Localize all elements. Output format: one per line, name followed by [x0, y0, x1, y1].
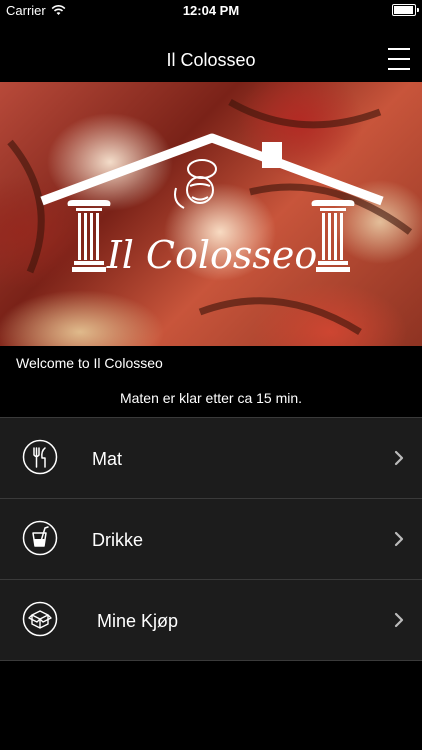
- menu-item-drikke[interactable]: Drikke: [0, 498, 422, 579]
- hamburger-menu-icon[interactable]: [388, 48, 410, 70]
- menu-item-label: Mat: [92, 449, 123, 469]
- menu-item-mat[interactable]: Mat: [0, 417, 422, 498]
- box-icon: [22, 601, 58, 637]
- status-bar: Carrier 12:04 PM: [0, 0, 422, 22]
- hero-banner: Il Colosseo: [0, 82, 422, 346]
- ready-time-text: Maten er klar etter ca 15 min.: [119, 390, 303, 406]
- page-title: Il Colosseo: [166, 50, 256, 70]
- nav-bar: Il Colosseo: [0, 22, 422, 82]
- drink-icon: [22, 520, 58, 556]
- cutlery-icon: [22, 439, 58, 475]
- menu-item-label: Drikke: [92, 530, 144, 550]
- welcome-text: Welcome to Il Colosseo: [16, 355, 163, 371]
- menu-item-mine-kjop[interactable]: Mine Kjøp: [0, 579, 422, 661]
- menu-list: Mat Drikke Mine Kjøp: [0, 417, 422, 661]
- pillar-right-icon: [311, 200, 355, 272]
- logo-script-text: Il Colosseo: [106, 233, 318, 277]
- menu-item-label: Mine Kjøp: [97, 611, 179, 631]
- pillar-left-icon: [67, 200, 111, 272]
- battery-icon: [392, 4, 419, 16]
- status-time: 12:04 PM: [182, 3, 240, 18]
- chef-emblem-icon: [174, 159, 217, 209]
- chevron-right-icon: [394, 612, 404, 628]
- chevron-right-icon: [394, 531, 404, 547]
- colosseo-logo: Il Colosseo: [7, 98, 413, 335]
- chevron-right-icon: [394, 450, 404, 466]
